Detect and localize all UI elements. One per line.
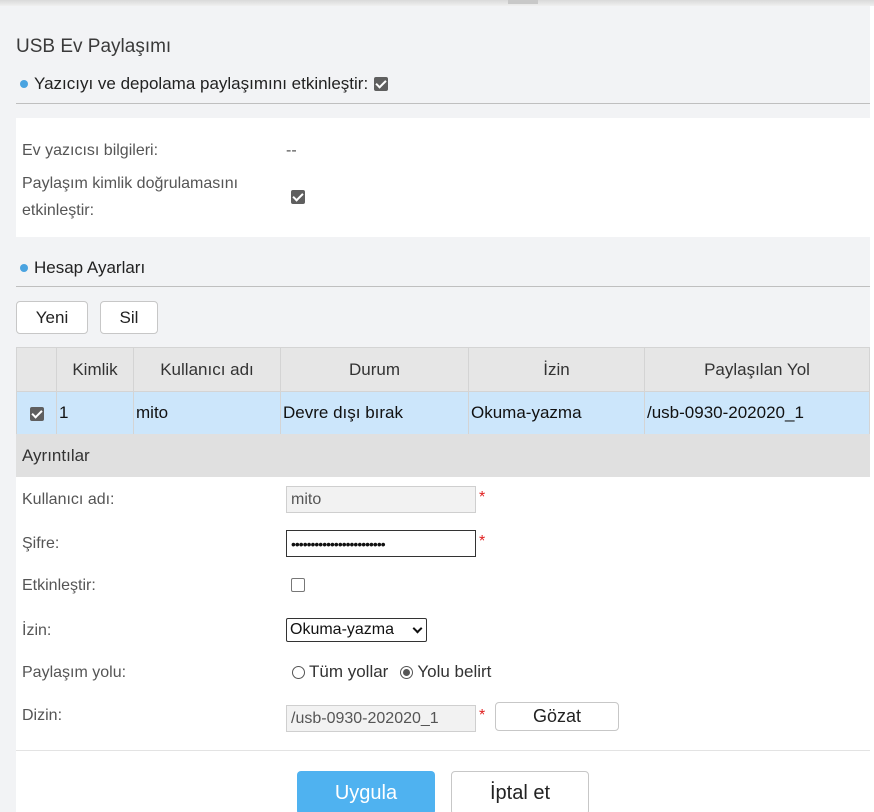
password-field[interactable]: •••••••••••••••••••••••• <box>286 530 476 557</box>
printer-info-label: Ev yazıcısı bilgileri: <box>22 142 159 159</box>
all-paths-label: Tüm yollar <box>309 662 389 681</box>
cell-status: Devre dışı bırak <box>280 391 469 435</box>
specify-path-label: Yolu belirt <box>417 662 492 681</box>
chevron-down-icon <box>412 623 423 634</box>
cell-permission: Okuma-yazma <box>468 391 645 435</box>
sharing-section-header: Yazıcıyı ve depolama paylaşımını etkinle… <box>20 74 389 94</box>
username-label: Kullanıcı adı: <box>22 491 115 508</box>
row-select-checkbox[interactable] <box>29 407 44 421</box>
sharing-enable-checkbox[interactable] <box>374 77 389 91</box>
username-field[interactable]: mito <box>286 486 476 513</box>
cell-id: 1 <box>56 391 134 435</box>
auth-enable-checkbox[interactable] <box>291 190 305 204</box>
directory-field[interactable]: /usb-0930-202020_1 <box>286 705 476 732</box>
all-paths-radio[interactable] <box>292 665 305 679</box>
permission-label: İzin: <box>22 622 52 639</box>
browse-button[interactable]: Gözat <box>495 702 619 731</box>
cell-username: mito <box>133 391 281 435</box>
auth-label-line2: etkinleştir: <box>22 202 95 219</box>
bullet-icon <box>20 80 28 88</box>
table-header-row: Kimlik Kullanıcı adı Durum İzin Paylaşıl… <box>16 347 870 392</box>
column-header-shared-path: Paylaşılan Yol <box>644 347 870 392</box>
permission-select[interactable]: Okuma-yazma <box>286 618 427 642</box>
specify-path-radio[interactable] <box>400 665 414 679</box>
required-marker: * <box>479 707 486 724</box>
divider <box>16 750 870 751</box>
enable-checkbox[interactable] <box>291 578 305 592</box>
accounts-section-title: Hesap Ayarları <box>34 258 146 277</box>
share-path-label: Paylaşım yolu: <box>22 664 127 681</box>
select-column-header <box>16 347 57 392</box>
column-header-permission: İzin <box>468 347 645 392</box>
new-account-button[interactable]: Yeni <box>16 301 88 334</box>
divider <box>16 103 870 104</box>
page-title: USB Ev Paylaşımı <box>16 36 172 57</box>
cell-shared-path: /usb-0930-202020_1 <box>644 391 870 435</box>
apply-button[interactable]: Uygula <box>297 771 435 812</box>
column-header-id: Kimlik <box>56 347 134 392</box>
enable-label: Etkinleştir: <box>22 577 96 594</box>
table-row[interactable]: 1 mito Devre dışı bırak Okuma-yazma /usb… <box>16 391 870 435</box>
details-header: Ayrıntılar <box>16 434 870 477</box>
directory-label: Dizin: <box>22 707 63 724</box>
permission-select-value: Okuma-yazma <box>290 621 395 638</box>
required-marker: * <box>479 533 486 550</box>
details-form-box <box>16 477 870 812</box>
column-header-username: Kullanıcı adı <box>133 347 281 392</box>
sharing-enable-label: Yazıcıyı ve depolama paylaşımını etkinle… <box>34 74 369 93</box>
accounts-section-header: Hesap Ayarları <box>20 258 145 278</box>
bullet-icon <box>20 264 28 272</box>
top-bar-notch <box>508 0 538 4</box>
required-marker: * <box>479 489 486 506</box>
row-select-cell <box>16 391 57 435</box>
printer-info-value: -- <box>286 142 297 159</box>
password-label: Şifre: <box>22 535 60 552</box>
accounts-table: Kimlik Kullanıcı adı Durum İzin Paylaşıl… <box>16 347 870 435</box>
delete-account-button[interactable]: Sil <box>100 301 158 334</box>
column-header-status: Durum <box>280 347 469 392</box>
cancel-button[interactable]: İptal et <box>451 771 589 812</box>
share-path-options: Tüm yollar Yolu belirt <box>292 662 491 682</box>
details-title: Ayrıntılar <box>22 445 90 465</box>
divider <box>16 286 870 287</box>
auth-label-line1: Paylaşım kimlik doğrulamasını <box>22 175 239 192</box>
